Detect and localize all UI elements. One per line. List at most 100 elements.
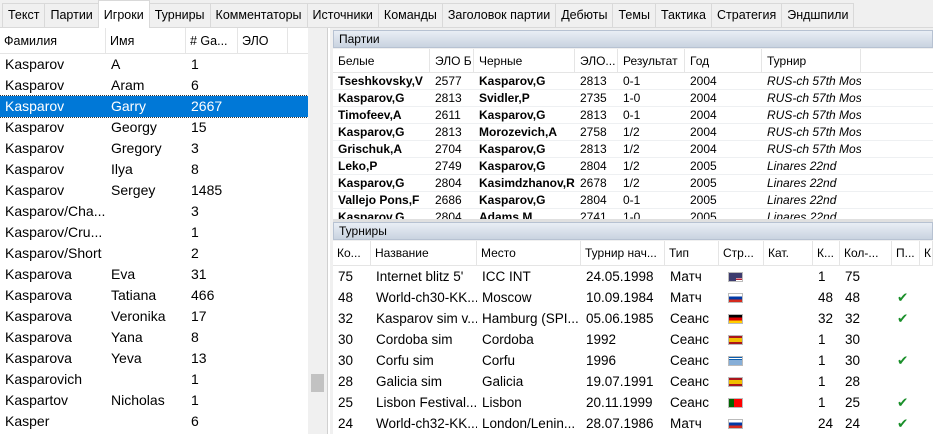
col-surname[interactable]: Фамилия bbox=[0, 28, 106, 53]
tournament-n: 30 bbox=[338, 332, 354, 347]
col-games[interactable]: # Ga... bbox=[186, 28, 238, 53]
game-row[interactable]: Tseshkovsky,V 2577 Kasparov,G 2813 0-1 2004 RU… bbox=[333, 73, 933, 90]
col-t-type[interactable]: Тип bbox=[665, 241, 719, 265]
col-year[interactable]: Год bbox=[685, 49, 762, 72]
tab-7[interactable]: Заголовок партии bbox=[441, 3, 557, 27]
player-row[interactable]: Kasparova Tatiana 466 bbox=[0, 285, 308, 306]
tournament-row[interactable]: 25 Lisbon Festival... Lisbon 20.11.1999 Сеан… bbox=[333, 392, 933, 413]
tournament-cat bbox=[764, 287, 813, 308]
check-icon bbox=[892, 266, 920, 287]
player-row[interactable]: Kasparovich 1 bbox=[0, 369, 308, 390]
col-name[interactable]: Имя bbox=[106, 28, 186, 53]
player-row[interactable]: Kasper 6 bbox=[0, 411, 308, 432]
tournament-row[interactable]: 48 World-ch30-KK... Moscow 10.09.1984 Матч 48… bbox=[333, 287, 933, 308]
game-belo: 2735 bbox=[580, 91, 607, 105]
player-row[interactable]: Kasparova Yeva 13 bbox=[0, 348, 308, 369]
player-row[interactable]: Kasparov/Cru... 1 bbox=[0, 222, 308, 243]
player-row[interactable]: Kasparov Ilya 8 bbox=[0, 159, 308, 180]
tournament-row[interactable]: 30 Cordoba sim Cordoba 1992 Сеанс 1 30 bbox=[333, 329, 933, 350]
col-t-k2[interactable]: К bbox=[920, 241, 933, 265]
tab-1[interactable]: Партии bbox=[44, 3, 99, 27]
tournament-country bbox=[719, 287, 764, 308]
tab-9[interactable]: Темы bbox=[612, 3, 656, 27]
tournament-type: Сеанс bbox=[670, 311, 709, 326]
tab-bar: Текст Партии Игроки Турниры Комментаторы Исто… bbox=[0, 0, 933, 28]
col-t-category[interactable]: Кат. bbox=[764, 241, 813, 265]
tab-6[interactable]: Команды bbox=[377, 3, 443, 27]
game-white: Grischuk,A bbox=[338, 142, 403, 156]
tab-2[interactable]: Игроки bbox=[97, 0, 150, 28]
player-games: 2 bbox=[191, 245, 199, 261]
game-welo: 2804 bbox=[435, 210, 462, 219]
player-row[interactable]: Kasparova Veronika 17 bbox=[0, 306, 308, 327]
col-white[interactable]: Белые bbox=[333, 49, 430, 72]
col-event[interactable]: Турнир bbox=[762, 49, 861, 72]
col-t-date[interactable]: Турнир нач... bbox=[581, 241, 665, 265]
player-games: 15 bbox=[191, 119, 207, 135]
tab-12[interactable]: Эндшпили bbox=[781, 3, 855, 27]
players-scrollbar[interactable] bbox=[308, 28, 327, 434]
tournament-row[interactable]: 28 Galicia sim Galicia 19.07.1991 Сеанс 1 28 bbox=[333, 371, 933, 392]
player-elo bbox=[238, 348, 288, 369]
flag-gr-icon bbox=[728, 356, 743, 367]
player-name: Veronika bbox=[111, 308, 166, 324]
player-row[interactable]: Kasparov Sergey 1485 bbox=[0, 180, 308, 201]
tab-11[interactable]: Стратегия bbox=[710, 3, 783, 27]
game-row[interactable]: Vallejo Pons,F 2686 Kasparov,G 2804 0-1 2005 L… bbox=[333, 192, 933, 209]
tournament-type: Матч bbox=[670, 416, 702, 431]
player-row[interactable]: Kasparov/Cha... 3 bbox=[0, 201, 308, 222]
tournament-country bbox=[719, 329, 764, 350]
game-row[interactable]: Leko,P 2749 Kasparov,G 2804 1/2 2005 Linares 2… bbox=[333, 158, 933, 175]
col-t-p[interactable]: П... bbox=[892, 241, 920, 265]
tab-8[interactable]: Дебюты bbox=[555, 3, 614, 27]
player-row[interactable]: Kaspartov Nicholas 1 bbox=[0, 390, 308, 411]
tournament-k: 1 bbox=[818, 332, 826, 347]
col-white-elo[interactable]: ЭЛО Б bbox=[430, 49, 474, 72]
tournament-row[interactable]: 30 Corfu sim Corfu 1996 Сеанс 1 30 ✔ bbox=[333, 350, 933, 371]
player-row[interactable]: Kasparov Georgy 15 bbox=[0, 117, 308, 138]
game-event: RUS-ch 57th Mos... bbox=[767, 108, 861, 122]
tournament-row[interactable]: 24 World-ch32-KK... London/Lenin... 28.07.1… bbox=[333, 413, 933, 434]
game-row[interactable]: Kasparov,G 2813 Svidler,P 2735 1-0 2004 RUS-ch… bbox=[333, 90, 933, 107]
game-row[interactable]: Kasparov,G 2813 Morozevich,A 2758 1/2 2004 RUS… bbox=[333, 124, 933, 141]
tournament-row[interactable]: 32 Kasparov sim v... Hamburg (SPI... 05.06.… bbox=[333, 308, 933, 329]
col-black[interactable]: Черные bbox=[474, 49, 575, 72]
tab-5[interactable]: Источники bbox=[306, 3, 379, 27]
col-t-k[interactable]: К... bbox=[813, 241, 840, 265]
game-event: RUS-ch 57th Mos... bbox=[767, 142, 861, 156]
player-row[interactable]: Kasparov Garry 2667 bbox=[0, 95, 309, 118]
player-games: 6 bbox=[191, 413, 199, 429]
game-white: Kasparov,G bbox=[338, 176, 405, 190]
col-t-games[interactable]: Кол-... bbox=[840, 241, 892, 265]
game-row[interactable]: Kasparov,G 2804 Adams,M 2741 1-0 2005 Linares … bbox=[333, 209, 933, 219]
tab-4[interactable]: Комментаторы bbox=[209, 3, 308, 27]
col-t-country[interactable]: Стр... bbox=[719, 241, 764, 265]
tournament-name: World-ch32-KK... bbox=[376, 416, 477, 431]
col-black-elo[interactable]: ЭЛО... bbox=[575, 49, 618, 72]
player-games: 1 bbox=[191, 392, 199, 408]
player-games: 8 bbox=[191, 329, 199, 345]
player-row[interactable]: Kasparov/Short 2 bbox=[0, 243, 308, 264]
col-t-count[interactable]: Ко... bbox=[333, 241, 371, 265]
player-row[interactable]: Kasparov Gregory 3 bbox=[0, 138, 308, 159]
col-t-place[interactable]: Место bbox=[477, 241, 581, 265]
player-row[interactable]: Kasparov Aram 6 bbox=[0, 75, 308, 96]
col-t-name[interactable]: Название bbox=[371, 241, 477, 265]
col-result[interactable]: Результат bbox=[618, 49, 685, 72]
player-row[interactable]: Kasparov A 1 bbox=[0, 54, 308, 75]
game-row[interactable]: Timofeev,A 2611 Kasparov,G 2813 0-1 2004 RUS-c… bbox=[333, 107, 933, 124]
game-row[interactable]: Grischuk,A 2704 Kasparov,G 2813 1/2 2004 RUS-c… bbox=[333, 141, 933, 158]
tournament-row[interactable]: 75 Internet blitz 5' ICC INT 24.05.1998 Матч… bbox=[333, 266, 933, 287]
flag-us-icon bbox=[728, 272, 743, 283]
tab-0[interactable]: Текст bbox=[2, 3, 46, 27]
tab-3[interactable]: Турниры bbox=[148, 3, 211, 27]
game-belo: 2678 bbox=[580, 176, 607, 190]
game-row[interactable]: Kasparov,G 2804 Kasimdzhanov,R 2678 1/2 2005 L… bbox=[333, 175, 933, 192]
scrollbar-thumb[interactable] bbox=[311, 374, 324, 392]
player-row[interactable]: Kasparova Eva 31 bbox=[0, 264, 308, 285]
game-event: Linares 22nd bbox=[767, 193, 837, 207]
tab-10[interactable]: Тактика bbox=[654, 3, 712, 27]
tournament-cnt: 48 bbox=[845, 290, 861, 305]
col-elo[interactable]: ЭЛО bbox=[238, 28, 288, 53]
player-row[interactable]: Kasparova Yana 8 bbox=[0, 327, 308, 348]
